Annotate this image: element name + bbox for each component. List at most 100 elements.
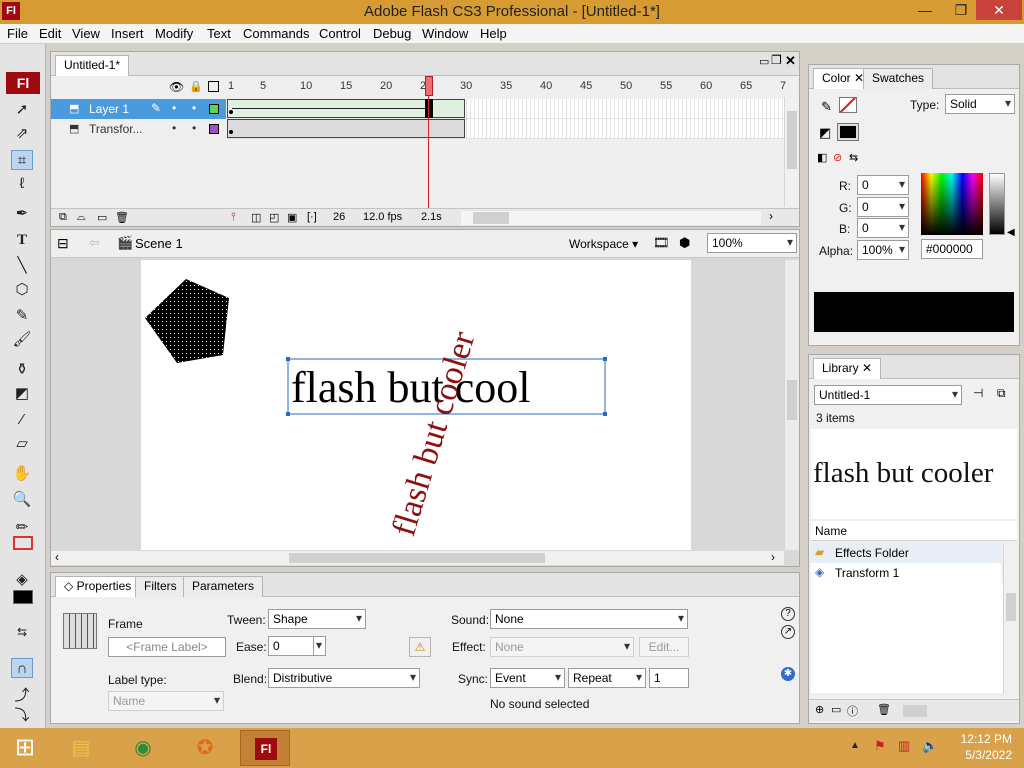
onion-skin-icon[interactable]: ◫	[251, 211, 261, 224]
panel-close-icon[interactable]: ✕	[785, 53, 796, 69]
brightness-arrow-icon[interactable]: ◀	[1007, 227, 1015, 238]
volume-icon[interactable]: 🔈	[922, 738, 938, 754]
library-item-effects-folder[interactable]: ▰ Effects Folder	[811, 543, 1001, 563]
text-tool-icon[interactable]: T	[11, 230, 33, 250]
close-button[interactable]: ✕	[976, 0, 1022, 20]
name-column[interactable]: Name	[815, 524, 847, 538]
warning-icon[interactable]: ⚠	[409, 637, 431, 657]
action-center-icon[interactable]: ⚑	[874, 738, 886, 754]
lock-icon[interactable]: 🔒	[189, 80, 203, 93]
chrome-icon[interactable]: ◉	[118, 730, 168, 766]
minimize-button[interactable]: —	[910, 0, 940, 20]
menu-modify[interactable]: Modify	[155, 26, 193, 41]
frame-ruler[interactable]: 151015202530354045505560657	[227, 77, 789, 97]
layer-row-transform[interactable]: ⬒ Transfor... • •	[51, 119, 226, 139]
layer-color-swatch[interactable]	[209, 124, 219, 134]
free-transform-tool-icon[interactable]: ⌗	[11, 150, 33, 170]
onion-outline-icon[interactable]: ◰	[269, 211, 279, 224]
stage-v-scrollbar[interactable]	[784, 260, 799, 550]
ink-bottle-tool-icon[interactable]: ⚱	[11, 360, 33, 380]
pencil-tool-icon[interactable]: ✎	[11, 306, 33, 326]
repeat-select[interactable]: Repeat	[568, 668, 646, 688]
scroll-thumb[interactable]	[1006, 593, 1016, 621]
zoom-tool-icon[interactable]: 🔍	[11, 490, 33, 510]
hand-tool-icon[interactable]: ✋	[11, 464, 33, 484]
onion-markers-icon[interactable]: [·]	[307, 211, 317, 223]
tab-parameters[interactable]: Parameters	[183, 576, 264, 597]
layer-row-layer-1[interactable]: ⬒ Layer 1 ✎ • •	[51, 99, 226, 119]
visible-dot[interactable]: •	[172, 121, 176, 135]
brush-tool-icon[interactable]: 🖌	[11, 330, 33, 350]
new-folder-icon[interactable]: ▭	[831, 703, 841, 716]
start-keyframe[interactable]	[229, 110, 233, 114]
g-input[interactable]: 0	[857, 197, 909, 217]
edit-scene-icon[interactable]: 🎞	[653, 235, 670, 251]
fill-color-swatch[interactable]	[837, 123, 859, 141]
insert-layer-icon[interactable]: ⧉	[59, 211, 67, 224]
scroll-thumb[interactable]	[787, 380, 797, 420]
repeat-count-input[interactable]: 1	[649, 668, 689, 688]
pin-library-icon[interactable]: ⊣	[973, 386, 983, 400]
swap-colors-icon[interactable]: ⇆	[849, 151, 858, 164]
clock-date[interactable]: 5/3/2022	[950, 748, 1012, 762]
properties-icon[interactable]: ⓘ	[847, 703, 858, 719]
back-arrow-icon[interactable]: ⇦	[89, 235, 100, 251]
center-frame-icon[interactable]: ⫯	[231, 211, 236, 224]
zoom-select[interactable]: 100%	[707, 233, 797, 253]
stage-canvas[interactable]: flash but cool flash but cooler	[141, 260, 691, 550]
frame-rate[interactable]: 12.0 fps	[363, 211, 402, 223]
scene-name[interactable]: Scene 1	[135, 236, 183, 251]
scroll-thumb[interactable]	[787, 111, 797, 169]
subselection-tool-icon[interactable]: ⇗	[11, 124, 33, 144]
stage-h-scrollbar[interactable]: ‹ ›	[51, 550, 784, 565]
edit-button[interactable]: Edit...	[639, 637, 689, 657]
tab-swatches[interactable]: Swatches	[863, 68, 934, 89]
library-v-scrollbar[interactable]	[1003, 543, 1018, 693]
paint-bucket-tool-icon[interactable]: ◩	[11, 384, 33, 404]
timeline-v-scrollbar[interactable]	[784, 97, 799, 207]
pen-tool-icon[interactable]: ✒	[11, 204, 33, 224]
edit-in-place-icon[interactable]: ↗	[781, 625, 795, 639]
stroke-swatch[interactable]	[13, 536, 33, 550]
menu-edit[interactable]: Edit	[39, 26, 61, 41]
type-select[interactable]: Solid	[945, 94, 1015, 114]
sound-select[interactable]: None	[490, 609, 688, 629]
scroll-right-icon[interactable]: ›	[771, 550, 775, 564]
start-windows-icon[interactable]: ⊞	[0, 730, 50, 766]
flash-taskbar-button[interactable]: Fl	[240, 730, 290, 766]
menu-text[interactable]: Text	[207, 26, 231, 41]
library-h-scroll-thumb[interactable]	[903, 705, 927, 717]
scroll-thumb[interactable]	[289, 553, 545, 563]
default-colors-icon[interactable]: ◧	[817, 151, 827, 164]
document-tab[interactable]: Untitled-1*	[55, 55, 130, 76]
oval-tool-icon[interactable]: ⬡	[11, 280, 33, 300]
timeline-h-scrollbar[interactable]	[461, 211, 761, 225]
playhead[interactable]	[425, 76, 433, 96]
tween-select[interactable]: Shape	[268, 609, 366, 629]
eraser-tool-icon[interactable]: ▱	[11, 434, 33, 454]
library-list-empty-area[interactable]	[811, 583, 1003, 693]
stroke-pencil-icon[interactable]: ✎	[821, 99, 832, 115]
lasso-tool-icon[interactable]: ℓ	[11, 174, 33, 194]
visible-dot[interactable]: •	[172, 101, 176, 115]
library-doc-select[interactable]: Untitled-1	[814, 385, 962, 405]
delete-layer-icon[interactable]: 🗑	[115, 211, 129, 224]
eye-icon[interactable]: 👁	[169, 80, 184, 94]
edit-symbols-icon[interactable]: ⬢	[679, 235, 690, 251]
snap-to-objects-icon[interactable]: ∩	[11, 658, 33, 678]
frames-row-transform[interactable]	[227, 119, 789, 139]
layer-color-swatch[interactable]	[209, 104, 219, 114]
fill-swatch[interactable]	[13, 590, 33, 604]
blend-select[interactable]: Distributive	[268, 668, 420, 688]
tab-properties[interactable]: ◇ Properties	[55, 576, 141, 597]
ubuntu-icon[interactable]: ✪	[180, 730, 230, 766]
network-icon[interactable]: ▥	[898, 738, 910, 754]
brightness-slider[interactable]	[989, 173, 1005, 235]
fill-color-icon[interactable]: ◈	[11, 570, 33, 590]
menu-window[interactable]: Window	[422, 26, 468, 41]
menu-control[interactable]: Control	[319, 26, 361, 41]
folder-icon[interactable]: ▭	[97, 211, 107, 224]
lock-dot[interactable]: •	[192, 121, 196, 135]
menu-debug[interactable]: Debug	[373, 26, 411, 41]
alpha-input[interactable]: 100%	[857, 240, 909, 260]
